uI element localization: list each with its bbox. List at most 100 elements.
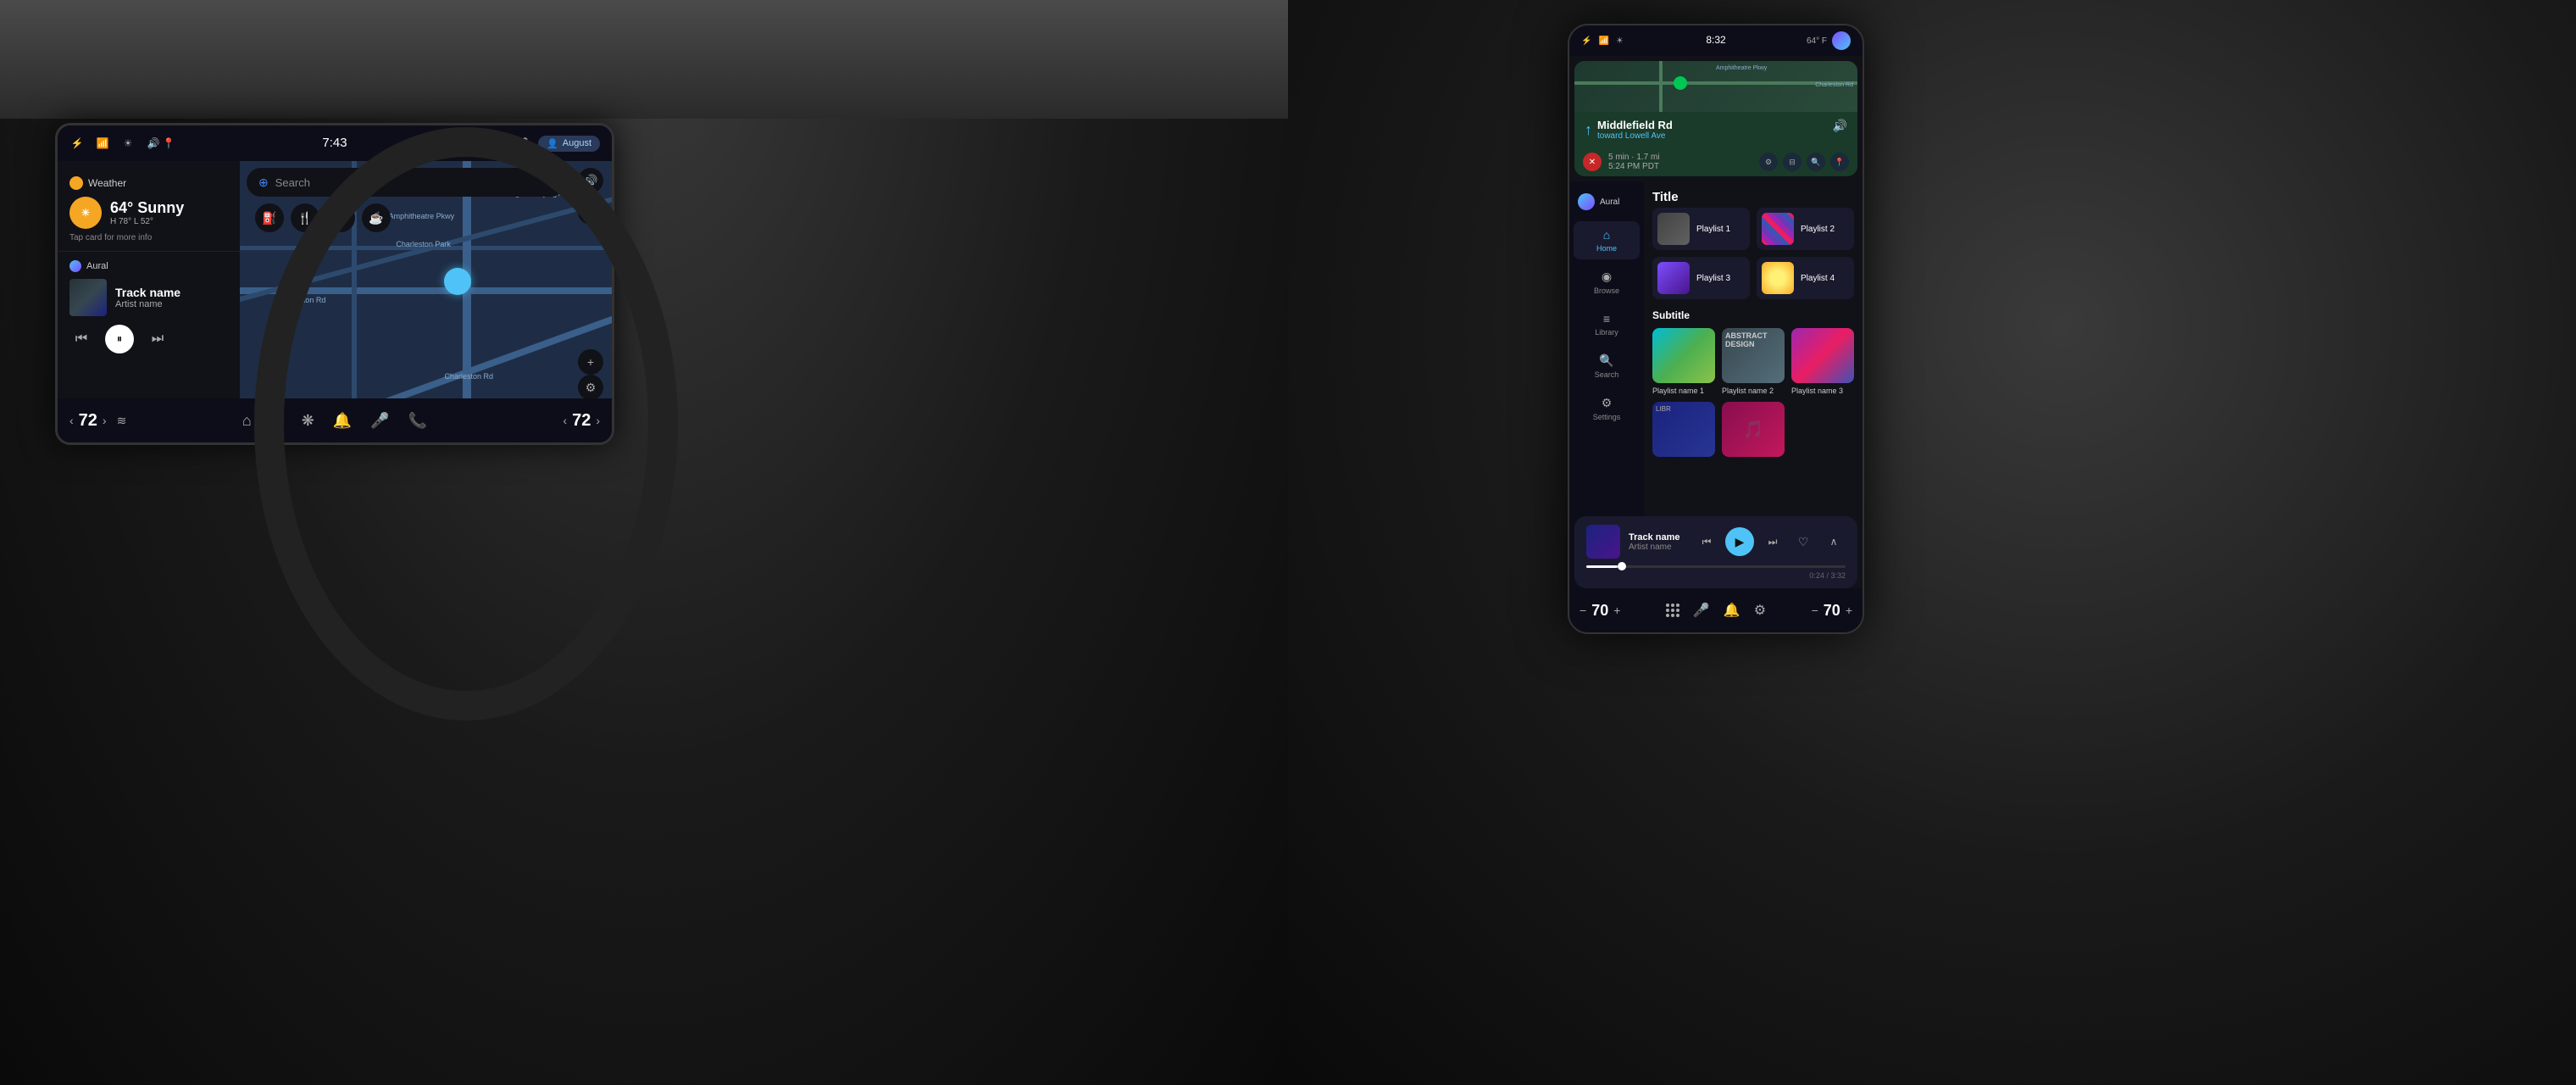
np-track-name: Track name [1629, 532, 1686, 542]
phone-temp-right-up[interactable]: + [1846, 604, 1852, 617]
nav-filter-btn[interactable]: ⊟ [1783, 153, 1802, 171]
nav-card-top: ↑ Middlefield Rd toward Lowell Ave 🔊 [1574, 112, 1857, 147]
user-name: August [563, 138, 591, 148]
phone-temp-right-down[interactable]: − [1812, 604, 1818, 617]
nav-settings-btn[interactable]: ⚙ [1759, 153, 1778, 171]
np-artist-name: Artist name [1629, 542, 1686, 552]
np-top: Track name Artist name ⏮ ▶ ⏭ ♡ ∧ [1586, 525, 1846, 559]
browse-name-1: Playlist name 1 [1652, 387, 1715, 395]
search-placeholder: Search [275, 176, 310, 189]
phone-temp-left-up[interactable]: + [1613, 604, 1620, 617]
nav-search-btn[interactable]: 🔍 [1807, 153, 1825, 171]
now-playing-bar: Track name Artist name ⏮ ▶ ⏭ ♡ ∧ [1574, 516, 1857, 588]
sidebar-item-library[interactable]: ≡ Library [1574, 305, 1640, 343]
phone-mic-btn[interactable]: 🎤 [1693, 602, 1710, 619]
sidebar-item-browse[interactable]: ◉ Browse [1574, 263, 1640, 302]
nav-location-ctrl-btn[interactable]: 📍 [1830, 153, 1849, 171]
play-pause-button[interactable]: ⏸ [105, 325, 134, 353]
browse-item-3[interactable]: Playlist name 3 [1791, 328, 1854, 395]
screen-time: 7:43 [322, 136, 347, 150]
nav-map-label1: Amphitheatre Pkwy [1716, 65, 1767, 71]
track-art-image [69, 279, 107, 316]
phone-temp: 64° F [1807, 36, 1827, 46]
nav-street: Middlefield Rd [1597, 119, 1673, 131]
aural-app-name: Aural [1600, 198, 1619, 207]
right-panel: ⚡ 📶 ☀ 8:32 64° F Amphitheatre Pkwy [1288, 0, 2576, 1085]
home-nav-btn[interactable]: ⌂ [242, 412, 252, 430]
phone-brightness-icon: ☀ [1616, 36, 1624, 46]
low: L 52° [134, 217, 153, 226]
playlist-item-3[interactable]: Playlist 3 [1652, 257, 1750, 299]
user-badge[interactable]: 👤 August [538, 136, 600, 152]
next-button[interactable]: ⏭ [146, 327, 169, 351]
steering-wheel [254, 127, 678, 721]
phone-taskbar-right: − 70 + [1812, 602, 1852, 620]
weather-card[interactable]: Weather ☀ 64° Sunny [58, 168, 240, 252]
np-like-button[interactable]: ♡ [1791, 530, 1815, 554]
music-controls: ⏮ ⏸ ⏭ [69, 325, 228, 353]
playlist-name-3: Playlist 3 [1696, 274, 1730, 283]
np-total-time: 3:32 [1830, 571, 1846, 580]
np-time: 0:24 / 3:32 [1586, 571, 1846, 580]
gas-station-btn[interactable]: ⛽ [255, 203, 284, 232]
nav-controls: ⚙ ⊟ 🔍 📍 [1759, 153, 1849, 171]
weather-temp: ☀ 64° Sunny H 78° L 52° [69, 197, 228, 229]
phone-status-left: ⚡ 📶 ☀ [1581, 36, 1624, 46]
prev-button[interactable]: ⏮ [69, 327, 93, 351]
header-left: ⚡ 📶 ☀ 🔊 [69, 136, 161, 151]
browse-item-2[interactable]: ABSTRACT DESIGN Playlist name 2 [1722, 328, 1785, 395]
browse-grid: Playlist name 1 ABSTRACT DESIGN Playlist… [1652, 328, 1854, 460]
phone-avatar [1832, 31, 1851, 50]
nav-eta-time: 5:24 PM PDT [1608, 162, 1660, 171]
np-progress-bar[interactable] [1586, 565, 1846, 568]
left-panel: ⚡ 📶 ☀ 🔊 7:43 📍 🎤 👤 August [0, 0, 1288, 1085]
weather-label: Weather [88, 177, 126, 189]
condition: Sunny [137, 199, 184, 216]
location-icon: 📍 [161, 136, 176, 151]
phone-temp-left-down[interactable]: − [1579, 604, 1586, 617]
nav-volume-icon[interactable]: 🔊 [1833, 119, 1847, 133]
library-nav-icon: ≡ [1603, 312, 1610, 326]
browse-nav-label: Browse [1594, 287, 1619, 295]
sidebar-item-home[interactable]: ⌂ Home [1574, 221, 1640, 259]
browse-item-1[interactable]: Playlist name 1 [1652, 328, 1715, 395]
phone-taskbar-center: 🎤 🔔 ⚙ [1666, 602, 1766, 619]
temp-left-down-arrow[interactable]: ‹ [69, 414, 74, 427]
phone-settings-btn[interactable]: ⚙ [1754, 602, 1766, 619]
phone-status-right: 64° F [1807, 31, 1851, 50]
weather-title: Weather [69, 176, 228, 190]
np-prev-button[interactable]: ⏮ [1695, 530, 1718, 554]
car-interior-left: ⚡ 📶 ☀ 🔊 7:43 📍 🎤 👤 August [0, 0, 1288, 1085]
phone-temp-right: 70 [1824, 602, 1840, 620]
nav-close-button[interactable]: ✕ [1583, 153, 1602, 171]
playlist-item-4[interactable]: Playlist 4 [1757, 257, 1854, 299]
np-next-button[interactable]: ⏭ [1761, 530, 1785, 554]
phone-signal-icon: 📶 [1598, 36, 1608, 46]
grid-apps-icon[interactable] [1666, 604, 1679, 617]
nav-location-pin [1674, 76, 1687, 90]
nav-map-mini: Amphitheatre Pkwy Charleston Rd [1574, 61, 1857, 112]
settings-nav-label: Settings [1593, 413, 1621, 421]
playlist-item-2[interactable]: Playlist 2 [1757, 208, 1854, 250]
np-expand-button[interactable]: ∧ [1822, 530, 1846, 554]
phone-bell-btn[interactable]: 🔔 [1724, 602, 1740, 619]
browse-item-5[interactable]: 🎵 [1722, 402, 1785, 460]
sidebar-item-settings[interactable]: ⚙ Settings [1574, 389, 1640, 428]
temp-value: 64° [110, 199, 133, 216]
temp-main: 64° Sunny [110, 199, 184, 217]
track-row: Track name Artist name [69, 279, 228, 316]
playlist-item-1[interactable]: Playlist 1 [1652, 208, 1750, 250]
np-progress-fill [1586, 565, 1618, 568]
temp-left-up-arrow[interactable]: › [103, 414, 107, 427]
browse-item-4[interactable]: LIBR [1652, 402, 1715, 460]
app-name-label: Aural [86, 261, 108, 271]
playlist-thumb-2 [1762, 213, 1794, 245]
nav-eta-distance: 5 min · 1.7 mi [1608, 153, 1660, 162]
temp-hl: H 78° L 52° [110, 217, 184, 226]
track-details: Track name Artist name [115, 286, 180, 309]
sidebar-item-search[interactable]: 🔍 Search [1574, 347, 1640, 386]
browse-thumb-3 [1791, 328, 1854, 383]
phone-header: ⚡ 📶 ☀ 8:32 64° F [1569, 25, 1863, 56]
np-play-button[interactable]: ▶ [1725, 527, 1754, 556]
browse-thumb-5: 🎵 [1722, 402, 1785, 457]
